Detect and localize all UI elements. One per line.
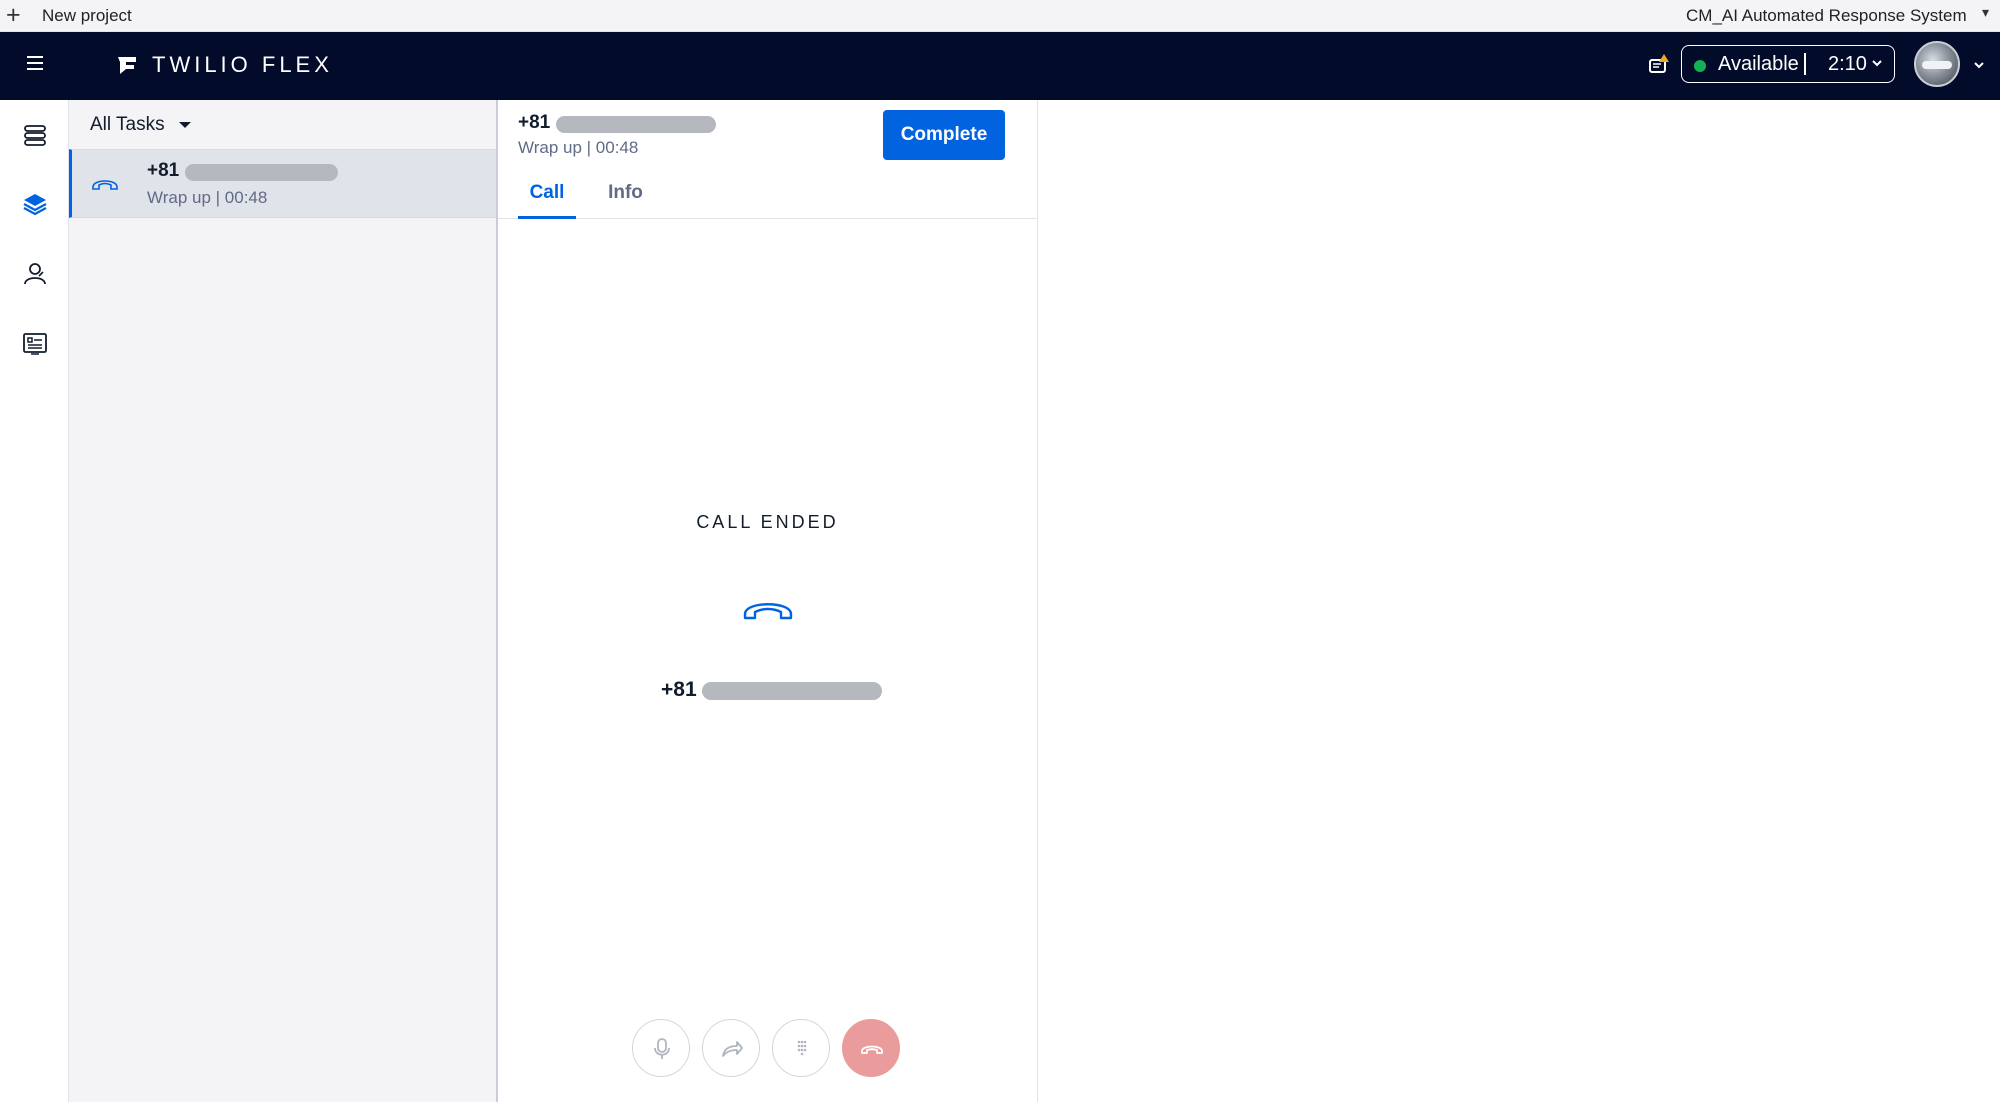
status-dot xyxy=(1694,60,1706,72)
users-icon[interactable] xyxy=(22,261,48,287)
user-avatar[interactable] xyxy=(1914,41,1960,87)
detail-status: Wrap up | 00:48 xyxy=(518,138,639,157)
complete-button[interactable]: Complete xyxy=(883,110,1005,160)
call-ended-icon xyxy=(743,603,793,620)
project-name[interactable]: CM_AI Automated Response System xyxy=(1686,6,1967,26)
task-list-item[interactable]: +81 Wrap up | 00:48 xyxy=(69,149,496,218)
status-timer: 2:10 xyxy=(1828,53,1867,75)
brand-name: TWILIO FLEX xyxy=(152,52,333,77)
project-bar: + New project CM_AI Automated Response S… xyxy=(0,0,2000,32)
dialpad-button[interactable] xyxy=(772,1019,830,1077)
top-header: TWILIO FLEX Available 2:10 xyxy=(0,32,2000,100)
menu-icon[interactable] xyxy=(27,56,43,70)
chevron-down-icon[interactable] xyxy=(1972,58,1986,72)
redacted-number xyxy=(185,164,338,181)
tab-info[interactable]: Info xyxy=(598,182,653,216)
caller-phone-number: +81 xyxy=(661,678,697,701)
plus-icon[interactable]: + xyxy=(6,2,21,28)
task-detail-panel: +81 Wrap up | 00:48 Complete Call Info C… xyxy=(498,100,1038,1102)
side-nav xyxy=(0,100,69,1102)
task-phone-number: +81 xyxy=(147,160,180,181)
status-divider xyxy=(1804,53,1806,75)
detail-phone-number: +81 xyxy=(518,112,551,133)
stack-list-icon[interactable] xyxy=(22,122,48,148)
task-list-panel: All Tasks +81 Wrap up | 00:48 xyxy=(69,100,498,1102)
project-dropdown-icon[interactable]: ▾ xyxy=(1982,4,1989,21)
tab-call[interactable]: Call xyxy=(518,182,576,219)
detail-tabs: Call Info xyxy=(498,182,1037,219)
activity-status-dropdown[interactable]: Available 2:10 xyxy=(1681,45,1895,83)
redacted-number xyxy=(702,682,882,700)
microphone-icon xyxy=(654,1038,670,1059)
queue-stats-icon[interactable] xyxy=(22,331,48,357)
canvas-panel xyxy=(1038,100,2000,1102)
task-status: Wrap up | 00:48 xyxy=(147,188,268,207)
hangup-button[interactable] xyxy=(842,1019,900,1077)
task-filter-dropdown[interactable]: All Tasks xyxy=(90,114,165,136)
caret-down-icon[interactable] xyxy=(179,122,191,128)
dialpad-icon xyxy=(797,1040,807,1056)
call-ended-icon xyxy=(92,180,118,190)
chevron-down-icon xyxy=(1872,60,1882,67)
transfer-button[interactable] xyxy=(702,1019,760,1077)
transfer-icon xyxy=(722,1041,743,1057)
hangup-icon xyxy=(861,1045,883,1054)
mute-button[interactable] xyxy=(632,1019,690,1077)
call-state-label: CALL ENDED xyxy=(696,512,839,532)
status-label: Available xyxy=(1718,53,1799,75)
notification-icon[interactable] xyxy=(1648,54,1670,76)
twilio-flex-logo xyxy=(118,57,136,74)
layers-icon[interactable] xyxy=(22,192,48,218)
redacted-number xyxy=(556,116,716,133)
new-project-link[interactable]: New project xyxy=(42,6,132,26)
